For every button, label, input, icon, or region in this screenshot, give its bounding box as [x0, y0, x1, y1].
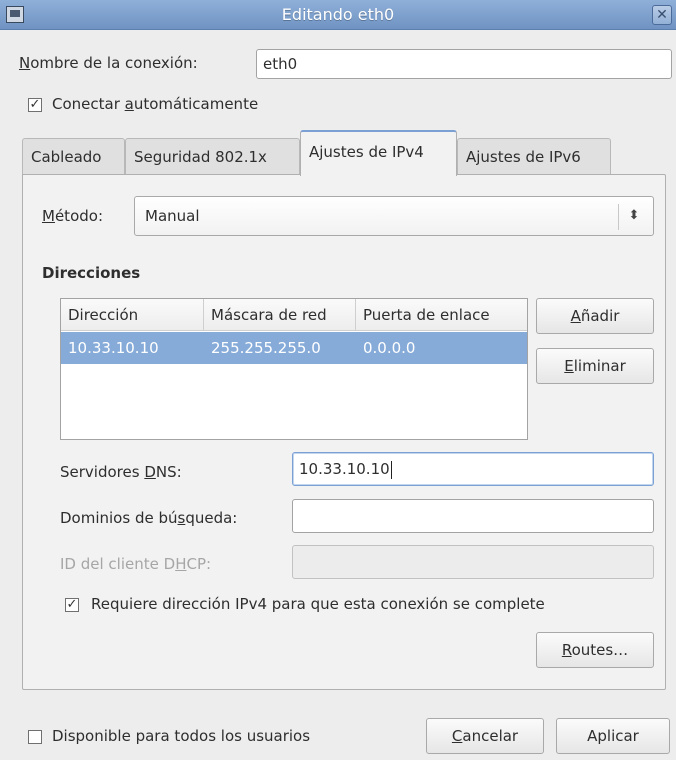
combo-arrows-icon: ⬍ — [628, 208, 640, 223]
add-button[interactable]: Añadir — [536, 298, 654, 334]
text-cursor — [390, 460, 392, 479]
apply-button[interactable]: Aplicar — [556, 718, 670, 754]
method-combo[interactable]: Manual ⬍ — [134, 196, 654, 236]
routes-button[interactable]: Routes… — [536, 632, 654, 668]
tab-seguridad[interactable]: Seguridad 802.1x — [125, 138, 300, 176]
column-address[interactable]: Dirección — [61, 299, 204, 331]
dhcp-client-id-label: ID del cliente DHCP: — [60, 555, 212, 573]
combo-separator — [618, 204, 619, 230]
close-icon[interactable]: ✕ — [652, 5, 672, 25]
connection-name-label-rest: ombre de la conexión: — [30, 54, 198, 72]
tab-cableado[interactable]: Cableado — [22, 138, 125, 176]
title-bar: Editando eth0 ✕ — [0, 0, 676, 30]
addresses-table[interactable]: Dirección Máscara de red Puerta de enlac… — [60, 298, 528, 440]
dns-value: 10.33.10.10 — [299, 460, 390, 478]
all-users-label[interactable]: Disponible para todos los usuarios — [52, 727, 310, 745]
dhcp-client-id-field — [292, 545, 654, 579]
cancel-button[interactable]: Cancelar — [426, 718, 544, 754]
checkbox-checked-icon[interactable]: ✓ — [28, 98, 42, 112]
connection-name-label: Nombre de la conexión: — [19, 54, 198, 72]
checkbox-checked-icon[interactable]: ✓ — [65, 598, 79, 612]
connection-name-field[interactable]: eth0 — [256, 49, 672, 79]
tab-ipv6[interactable]: Ajustes de IPv6 — [457, 138, 611, 176]
cell-gateway: 0.0.0.0 — [363, 339, 416, 357]
table-row[interactable]: 10.33.10.10 255.255.255.0 0.0.0.0 — [61, 332, 527, 364]
remove-button[interactable]: Eliminar — [536, 348, 654, 384]
tab-ipv4[interactable]: Ajustes de IPv4 — [300, 130, 457, 176]
search-domains-label: Dominios de búsqueda: — [60, 509, 238, 527]
method-label: Método: — [42, 207, 103, 225]
column-netmask[interactable]: Máscara de red — [204, 299, 356, 331]
addresses-heading: Direcciones — [42, 264, 141, 282]
dns-label: Servidores DNS: — [60, 463, 182, 481]
method-value: Manual — [145, 207, 200, 225]
table-header: Dirección Máscara de red Puerta de enlac… — [61, 299, 527, 331]
search-domains-field[interactable] — [292, 499, 654, 533]
require-ipv4-label[interactable]: Requiere dirección IPv4 para que esta co… — [91, 595, 545, 613]
checkbox-unchecked-icon[interactable] — [28, 730, 42, 744]
dns-field[interactable]: 10.33.10.10 — [292, 452, 654, 486]
cell-netmask: 255.255.255.0 — [211, 339, 321, 357]
window-title: Editando eth0 — [281, 5, 395, 24]
column-gateway[interactable]: Puerta de enlace — [356, 299, 526, 331]
cell-address: 10.33.10.10 — [68, 339, 159, 357]
autoconnect-label[interactable]: Conectar automáticamente — [52, 95, 258, 113]
